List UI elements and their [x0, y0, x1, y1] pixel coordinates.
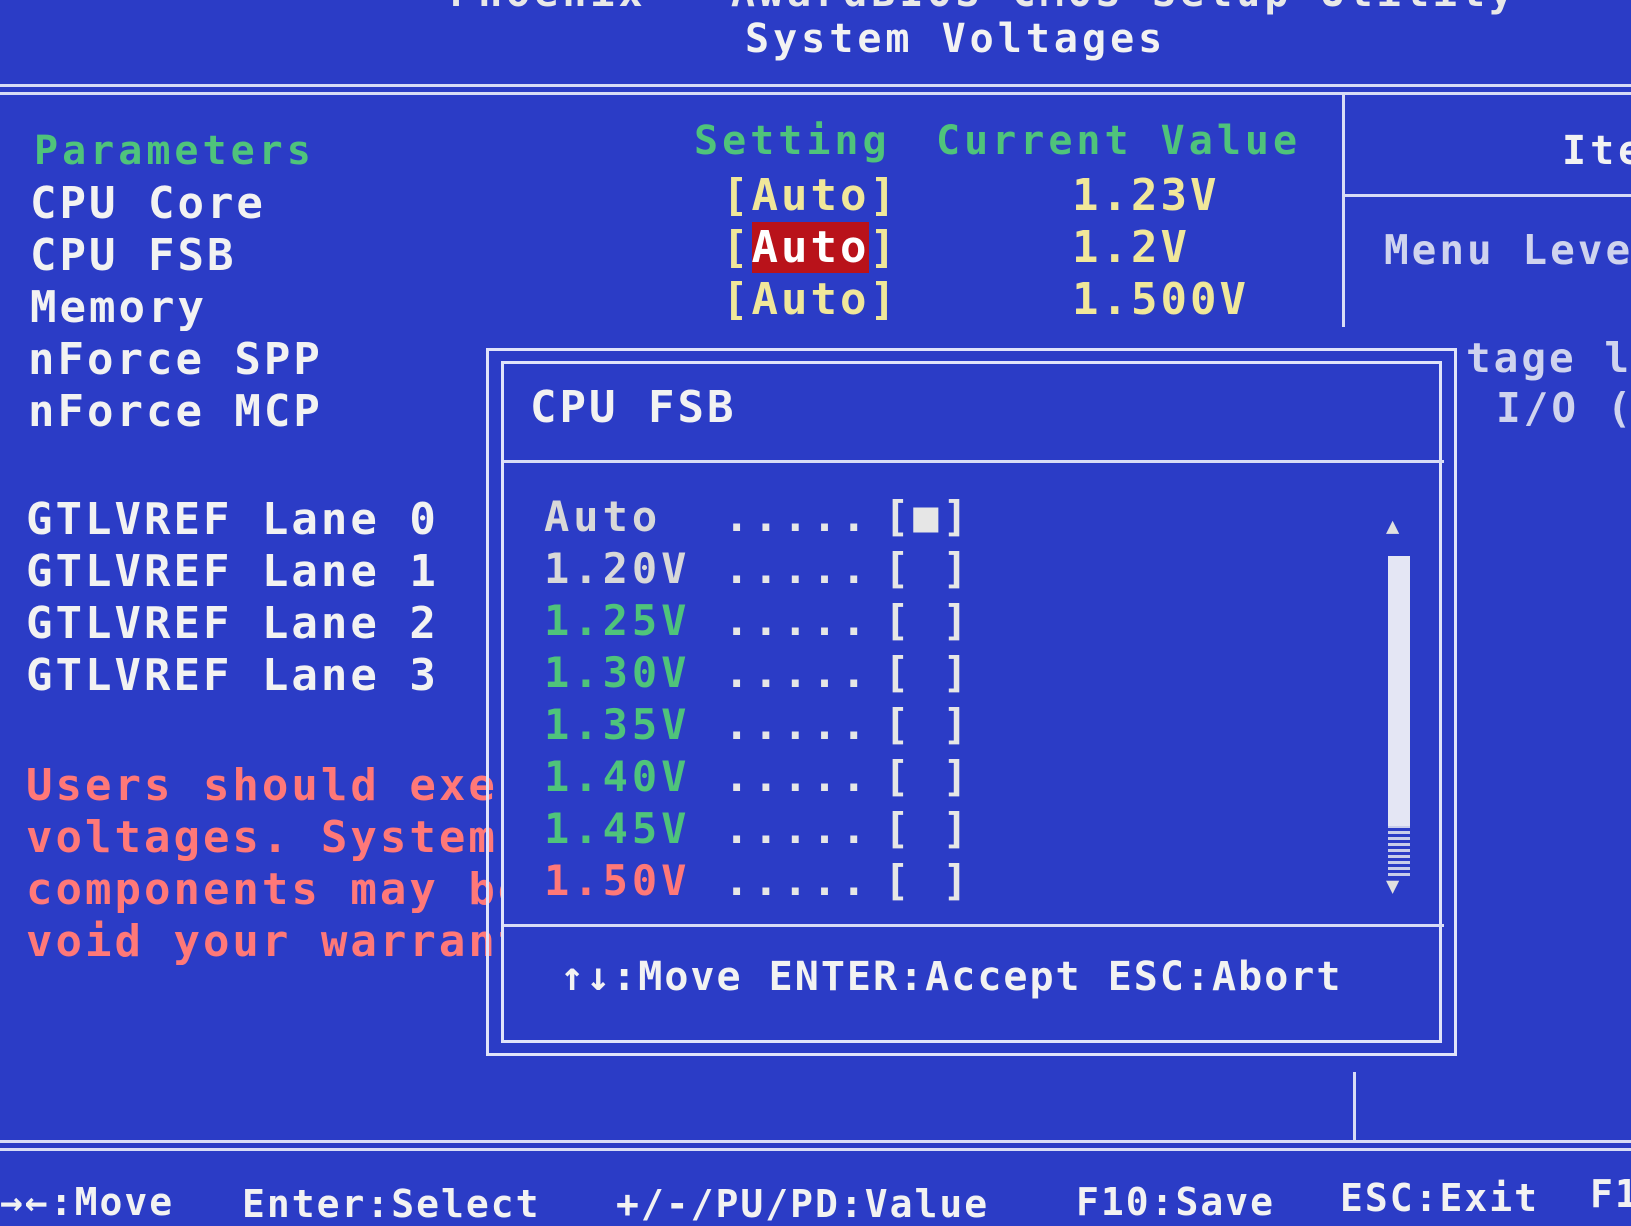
option-label: 1.50V: [544, 856, 691, 905]
bios-title: Phoenix - AwardBIOS CMOS Setup Utility: [450, 0, 1517, 16]
param-gtlvref-2[interactable]: GTLVREF Lane 2: [26, 598, 439, 649]
option-dots: .....: [724, 752, 871, 801]
option-checkbox[interactable]: [ ]: [884, 856, 972, 905]
cpu-fsb-dialog: CPU FSB Auto..... [■] 1.20V..... [ ] 1.25V…: [486, 348, 1457, 1056]
help-panel-hr: [1345, 194, 1631, 197]
help-text-1: tage le: [1466, 334, 1631, 382]
warning-line-2: voltages. System: [26, 812, 498, 863]
value-cpu-core: 1.23V: [1072, 170, 1220, 221]
option-1-25v[interactable]: 1.25V..... [ ]: [544, 596, 972, 645]
option-checkbox[interactable]: [ ]: [884, 804, 972, 853]
option-dots: .....: [724, 804, 871, 853]
dialog-title-divider: [504, 460, 1444, 463]
option-dots: .....: [724, 856, 871, 905]
option-label: 1.35V: [544, 700, 691, 749]
dialog-scrollbar[interactable]: ▲ ▼: [1382, 514, 1412, 904]
dialog-title: CPU FSB: [530, 382, 737, 433]
option-1-50v[interactable]: 1.50V..... [ ]: [544, 856, 972, 905]
value-memory: 1.500V: [1072, 274, 1249, 325]
option-label: 1.30V: [544, 648, 691, 697]
option-checkbox[interactable]: [■]: [884, 492, 972, 541]
option-checkbox[interactable]: [ ]: [884, 544, 972, 593]
header-divider: [0, 84, 1631, 87]
warning-line-1: Users should exer: [26, 760, 528, 811]
current-value-header: Current Value: [936, 118, 1302, 164]
option-1-45v[interactable]: 1.45V..... [ ]: [544, 804, 972, 853]
warning-line-3: components may be: [26, 864, 528, 915]
dialog-key-help: ↑↓:Move ENTER:Accept ESC:Abort: [560, 954, 1343, 1000]
dialog-footer-divider: [504, 924, 1444, 927]
header-divider-2: [0, 92, 1631, 95]
param-memory[interactable]: Memory: [30, 282, 207, 333]
scroll-up-arrow-icon[interactable]: ▲: [1386, 514, 1399, 539]
setting-header: Setting: [694, 118, 891, 164]
scroll-down-arrow-icon[interactable]: ▼: [1386, 874, 1399, 899]
option-auto[interactable]: Auto..... [■]: [544, 492, 972, 541]
help-panel-divider-bottom: [1353, 1072, 1356, 1142]
param-cpu-fsb[interactable]: CPU FSB: [30, 230, 236, 281]
page-title: System Voltages: [745, 16, 1167, 62]
scroll-thumb[interactable]: [1388, 556, 1410, 826]
value-cpu-fsb: 1.2V: [1072, 222, 1190, 273]
param-gtlvref-0[interactable]: GTLVREF Lane 0: [26, 494, 439, 545]
option-1-30v[interactable]: 1.30V..... [ ]: [544, 648, 972, 697]
menu-level-label: Menu Level: [1384, 226, 1631, 274]
option-dots: .....: [724, 596, 871, 645]
scroll-track[interactable]: [1388, 826, 1410, 876]
key-value: +/-/PU/PD:Value: [616, 1182, 990, 1226]
option-checkbox[interactable]: [ ]: [884, 752, 972, 801]
param-cpu-core[interactable]: CPU Core: [30, 178, 266, 229]
option-1-40v[interactable]: 1.40V..... [ ]: [544, 752, 972, 801]
setting-cpu-core[interactable]: [Auto]: [722, 170, 899, 221]
help-panel-divider: [1342, 95, 1345, 327]
param-nforce-mcp[interactable]: nForce MCP: [28, 386, 323, 437]
option-label: Auto: [544, 492, 662, 541]
option-checkbox[interactable]: [ ]: [884, 596, 972, 645]
parameters-header: Parameters: [34, 128, 315, 174]
setting-cpu-fsb-selected[interactable]: Auto: [751, 222, 870, 273]
option-1-35v[interactable]: 1.35V..... [ ]: [544, 700, 972, 749]
option-label: 1.40V: [544, 752, 691, 801]
key-move: →←:Move: [0, 1180, 175, 1224]
option-label: 1.20V: [544, 544, 691, 593]
key-f1: F1: [1590, 1172, 1631, 1216]
param-gtlvref-1[interactable]: GTLVREF Lane 1: [26, 546, 439, 597]
setting-cpu-fsb[interactable]: [Auto]: [722, 222, 899, 273]
footer-divider: [0, 1140, 1631, 1143]
option-1-20v[interactable]: 1.20V..... [ ]: [544, 544, 972, 593]
key-save: F10:Save: [1076, 1180, 1276, 1224]
option-dots: .....: [724, 544, 871, 593]
option-checkbox[interactable]: [ ]: [884, 648, 972, 697]
option-checkbox[interactable]: [ ]: [884, 700, 972, 749]
help-title: Ite: [1562, 128, 1631, 174]
option-dots: .....: [724, 700, 871, 749]
param-nforce-spp[interactable]: nForce SPP: [28, 334, 323, 385]
key-enter-select: Enter:Select: [242, 1182, 541, 1226]
option-dots: .....: [724, 648, 871, 697]
setting-bracket-open: [: [722, 222, 752, 273]
option-label: 1.25V: [544, 596, 691, 645]
setting-bracket-close: ]: [869, 222, 899, 273]
option-dots: .....: [724, 492, 871, 541]
help-text-2: I/O (C: [1496, 384, 1631, 432]
warning-line-4: void your warrant: [26, 916, 528, 967]
option-label: 1.45V: [544, 804, 691, 853]
footer-divider-2: [0, 1148, 1631, 1151]
key-exit: ESC:Exit: [1340, 1176, 1540, 1220]
param-gtlvref-3[interactable]: GTLVREF Lane 3: [26, 650, 439, 701]
setting-memory[interactable]: [Auto]: [722, 274, 899, 325]
dialog-frame: CPU FSB Auto..... [■] 1.20V..... [ ] 1.25V…: [501, 361, 1444, 1043]
